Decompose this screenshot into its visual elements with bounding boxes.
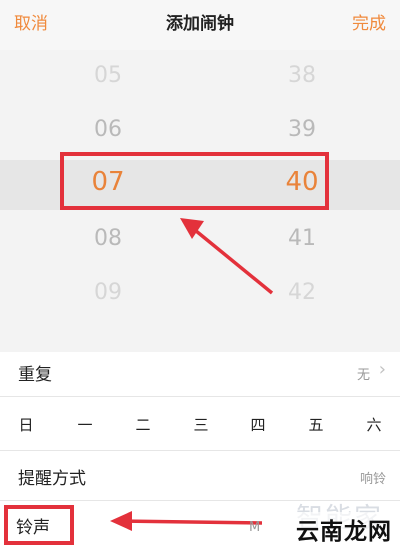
- watermark-site: 云南龙网: [296, 512, 392, 546]
- minute-option[interactable]: 38: [262, 63, 342, 88]
- repeat-value: 无: [356, 368, 370, 383]
- section-gap: [0, 342, 400, 352]
- divider: [0, 450, 400, 451]
- minute-option[interactable]: 39: [262, 117, 342, 142]
- weekday-wednesday[interactable]: 三: [189, 414, 213, 435]
- minute-option[interactable]: 42: [262, 280, 342, 305]
- done-button[interactable]: 完成: [352, 12, 386, 36]
- weekday-thursday[interactable]: 四: [246, 414, 270, 435]
- weekday-sunday[interactable]: 日: [14, 414, 38, 435]
- selected-time-highlight: [60, 152, 329, 210]
- nav-bar: 取消 添加闹钟 完成: [0, 0, 400, 50]
- weekday-saturday[interactable]: 六: [362, 414, 386, 435]
- reminder-label: 提醒方式: [18, 469, 86, 489]
- hour-option[interactable]: 05: [68, 63, 148, 88]
- repeat-label: 重复: [18, 365, 52, 385]
- divider: [0, 396, 400, 397]
- hour-option[interactable]: 08: [68, 226, 148, 251]
- minute-option[interactable]: 41: [262, 226, 342, 251]
- weekday-friday[interactable]: 五: [304, 414, 328, 435]
- page-title: 添加闹钟: [166, 14, 234, 34]
- chevron-right-icon: ›: [378, 359, 386, 380]
- hour-option[interactable]: 09: [68, 280, 148, 305]
- ringtone-highlight: [4, 505, 74, 545]
- weekday-monday[interactable]: 一: [73, 414, 97, 435]
- ringtone-value: M: [249, 520, 261, 535]
- reminder-value: 响铃: [359, 472, 386, 487]
- arrow-to-ringtone: [119, 519, 263, 525]
- hour-option[interactable]: 06: [68, 117, 148, 142]
- weekday-tuesday[interactable]: 二: [131, 414, 155, 435]
- arrow-head-ringtone: [110, 511, 132, 531]
